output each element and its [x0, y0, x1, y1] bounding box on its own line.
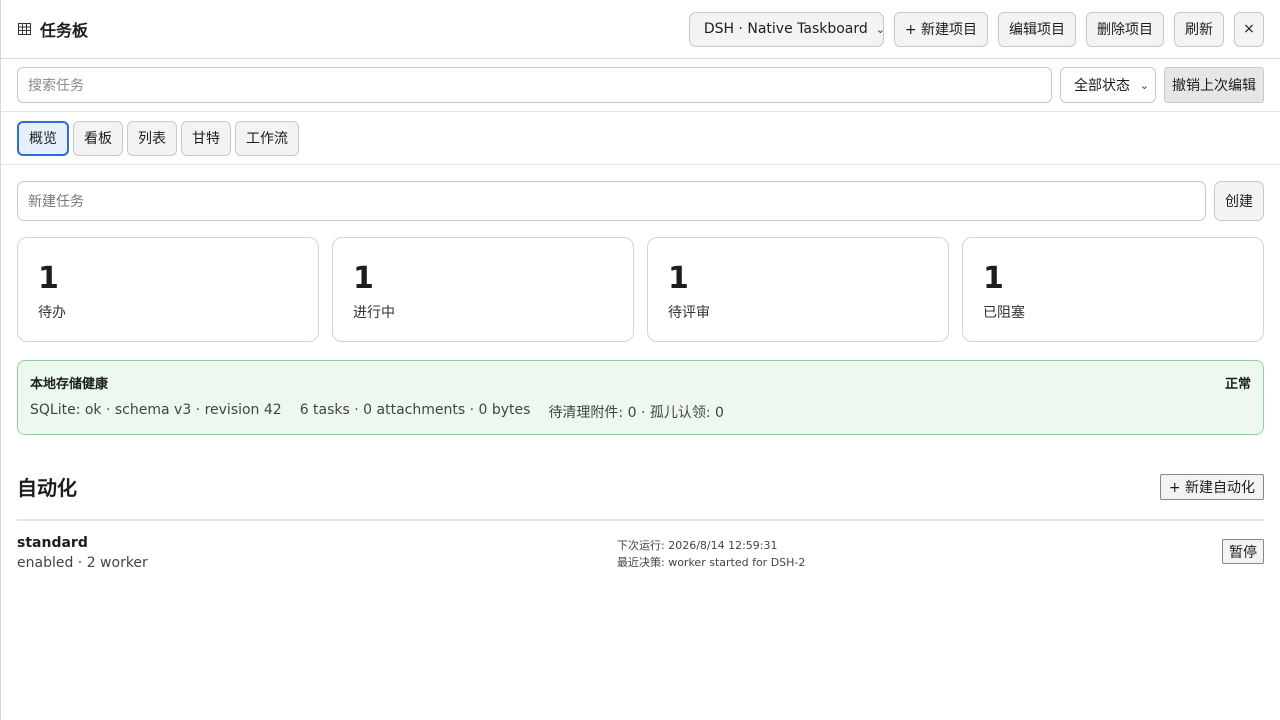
storage-health-panel: 本地存储健康 正常 SQLite: ok · schema v3 · revis…: [17, 360, 1264, 435]
tab-gantt[interactable]: 甘特: [181, 120, 231, 156]
edit-project-button[interactable]: 编辑项目: [998, 11, 1076, 47]
delete-project-button[interactable]: 删除项目: [1086, 11, 1164, 47]
stat-label: 进行中: [353, 305, 395, 321]
board-icon: [18, 23, 32, 35]
automation-last-decision: 最近决策: worker started for DSH-2: [617, 556, 806, 569]
chevron-down-icon: ⌄: [875, 22, 885, 36]
automation-next-run: 下次运行: 2026/8/14 12:59:31: [617, 539, 778, 552]
health-counts: 6 tasks · 0 attachments · 0 bytes: [299, 402, 531, 418]
health-details: SQLite: ok · schema v3 · revision 42 6 t…: [30, 402, 1251, 422]
new-task-row: 新建任务 创建: [17, 181, 1264, 221]
search-input[interactable]: 搜索任务: [17, 67, 1052, 103]
new-project-button[interactable]: + 新建项目: [893, 11, 988, 47]
project-select-label: DSH · Native Taskboard: [703, 21, 868, 37]
tab-workflow[interactable]: 工作流: [235, 120, 299, 156]
view-tabs: 概览 看板 列表 甘特 工作流: [1, 112, 1280, 165]
header-bar: 任务板 DSH · Native Taskboard ⌄ + 新建项目 编辑项目…: [1, 0, 1280, 59]
stat-card-review: 1 待评审: [647, 237, 949, 342]
stat-card-in-progress: 1 进行中: [332, 237, 634, 342]
health-title: 本地存储健康: [30, 377, 109, 392]
search-placeholder: 搜索任务: [28, 78, 84, 94]
health-sqlite: SQLite: ok · schema v3 · revision 42: [30, 402, 282, 418]
undo-button[interactable]: 撤销上次编辑: [1164, 67, 1264, 103]
tab-kanban[interactable]: 看板: [73, 120, 123, 156]
stat-value: 1: [668, 261, 689, 296]
health-header: 本地存储健康 正常: [30, 373, 1251, 392]
main-content: 新建任务 创建 1 待办 1 进行中 1 待评审 1 已阻塞 本地存储健康 正常…: [1, 165, 1280, 571]
automation-schedule: 下次运行: 2026/8/14 12:59:31 最近决策: worker st…: [617, 535, 1222, 571]
stat-label: 待办: [38, 305, 66, 321]
automation-name: standard: [17, 535, 88, 551]
pause-button[interactable]: 暂停: [1222, 539, 1264, 564]
stat-value: 1: [353, 261, 374, 296]
stat-value: 1: [38, 261, 59, 296]
status-filter-label: 全部状态: [1074, 78, 1130, 94]
status-filter-select[interactable]: 全部状态 ⌄: [1060, 67, 1156, 103]
new-automation-button[interactable]: + 新建自动化: [1159, 473, 1264, 500]
automation-title: 自动化: [17, 476, 77, 500]
stat-value: 1: [983, 261, 1004, 296]
header-actions: DSH · Native Taskboard ⌄ + 新建项目 编辑项目 删除项…: [688, 11, 1264, 47]
chevron-down-icon: ⌄: [1139, 78, 1149, 92]
new-task-input[interactable]: 新建任务: [17, 181, 1206, 221]
automation-item: standard enabled · 2 worker 下次运行: 2026/8…: [17, 535, 1264, 571]
health-status-badge: 正常: [1224, 377, 1251, 392]
automation-info: standard enabled · 2 worker: [17, 535, 617, 571]
stat-label: 待评审: [668, 305, 710, 321]
new-task-placeholder: 新建任务: [28, 194, 84, 210]
automation-status: enabled · 2 worker: [17, 555, 148, 571]
project-select[interactable]: DSH · Native Taskboard ⌄: [688, 11, 885, 47]
stat-card-todo: 1 待办: [17, 237, 319, 342]
stat-card-blocked: 1 已阻塞: [962, 237, 1264, 342]
search-row: 搜索任务 全部状态 ⌄ 撤销上次编辑: [1, 59, 1280, 112]
refresh-button[interactable]: 刷新: [1174, 11, 1224, 47]
health-pending: 待清理附件: 0 · 孤儿认领: 0: [548, 405, 724, 421]
page-title: 任务板: [40, 21, 89, 40]
automation-header: 自动化 + 新建自动化: [17, 472, 1264, 521]
close-button[interactable]: ×: [1234, 11, 1264, 47]
tab-overview[interactable]: 概览: [17, 120, 69, 156]
stat-label: 已阻塞: [983, 305, 1025, 321]
header-left: 任务板: [18, 17, 88, 41]
tab-list[interactable]: 列表: [127, 120, 177, 156]
stats-row: 1 待办 1 进行中 1 待评审 1 已阻塞: [17, 237, 1264, 342]
create-task-button[interactable]: 创建: [1214, 181, 1264, 221]
